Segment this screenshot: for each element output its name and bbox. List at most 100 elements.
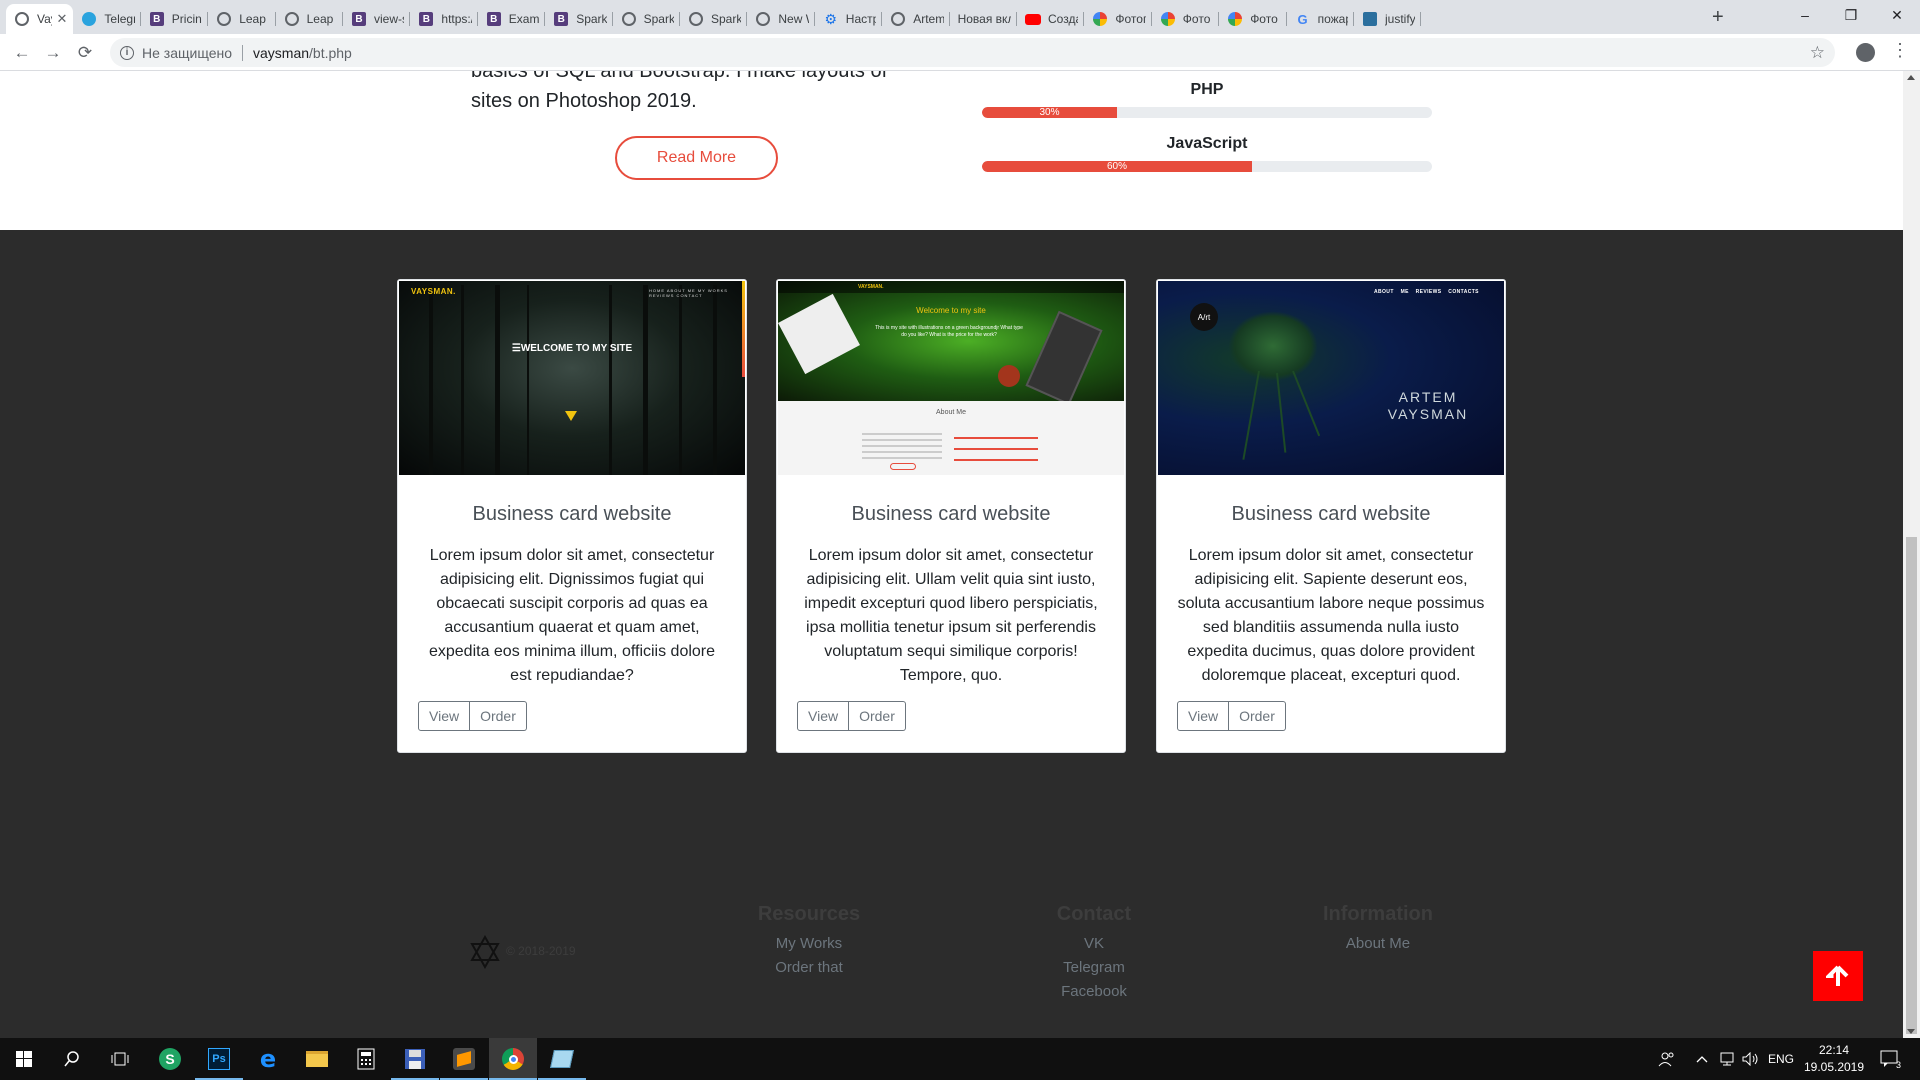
- footer-link-telegram[interactable]: Telegram: [1040, 956, 1148, 980]
- work-screenshot-forest[interactable]: VAYSMAN. HOME ABOUT ME MY WORKS REVIEWS …: [399, 281, 745, 475]
- browser-tab[interactable]: Spark -: [680, 4, 748, 34]
- browser-tab[interactable]: Telegra: [73, 4, 141, 34]
- reload-button[interactable]: ⟳: [72, 40, 98, 66]
- file-explorer-icon[interactable]: [293, 1038, 341, 1080]
- browser-tab[interactable]: Leap Bc: [208, 4, 276, 34]
- footer-link-my-works[interactable]: My Works: [748, 932, 870, 956]
- tab-title: Фото -: [1182, 12, 1213, 26]
- browser-tab[interactable]: B Spark -: [545, 4, 613, 34]
- footer-link-vk[interactable]: VK: [1040, 932, 1148, 956]
- footer-link-facebook[interactable]: Facebook: [1040, 980, 1148, 1004]
- notepad-icon[interactable]: [538, 1038, 586, 1080]
- windows-start-icon[interactable]: [0, 1038, 48, 1080]
- globe-icon: [688, 11, 704, 27]
- globe-icon: [14, 11, 30, 27]
- browser-menu-icon[interactable]: ⋮: [1891, 40, 1909, 61]
- footer-link-order-that[interactable]: Order that: [748, 956, 870, 980]
- sublime-text-icon[interactable]: [440, 1038, 488, 1080]
- browser-tab[interactable]: B Exampl: [478, 4, 546, 34]
- tab-title: Telegra: [104, 12, 134, 26]
- new-tab-button[interactable]: +: [1712, 4, 1724, 30]
- work-screenshot-jellyfish[interactable]: ABOUT ME REVIEWS CONTACTS A/rt ARTEM VAYS…: [1158, 281, 1504, 475]
- tab-title: Spark -: [576, 12, 607, 26]
- tab-title: Новая вкла: [957, 12, 1011, 26]
- edge-icon[interactable]: e: [244, 1038, 292, 1080]
- view-button[interactable]: View: [1177, 701, 1230, 731]
- network-icon[interactable]: [1718, 1038, 1736, 1080]
- view-button[interactable]: View: [797, 701, 850, 731]
- calculator-icon[interactable]: [342, 1038, 390, 1080]
- browser-tab[interactable]: Bview-so: [343, 4, 411, 34]
- footer-heading: Information: [1323, 903, 1433, 925]
- browser-tab[interactable]: ⚙ Настро: [815, 4, 883, 34]
- globe-icon: [890, 11, 906, 27]
- browser-tab[interactable]: Gпожар: [1287, 4, 1354, 34]
- info-icon[interactable]: i: [120, 45, 134, 60]
- close-tab-icon[interactable]: ✕: [56, 11, 67, 27]
- shot-body: This is my site with illustrations on a …: [875, 325, 1023, 338]
- work-screenshot-green[interactable]: VAYSMAN. Welcome to my site This is my s…: [778, 281, 1124, 475]
- gear-icon: ⚙: [824, 10, 838, 27]
- browser-tab[interactable]: Leap Bc: [276, 4, 343, 34]
- browser-tab[interactable]: Фото -: [1152, 4, 1220, 34]
- browser-tab[interactable]: New W: [747, 4, 815, 34]
- shot-about-heading: About Me: [936, 409, 966, 416]
- bootstrap-icon: B: [486, 11, 502, 27]
- browser-tab[interactable]: justify-: [1354, 4, 1422, 34]
- notifications-icon[interactable]: 3: [1880, 1038, 1901, 1080]
- browser-tab[interactable]: Vay ✕: [6, 4, 74, 34]
- globe-icon: [621, 11, 637, 27]
- scroll-to-top-button[interactable]: [1813, 951, 1863, 1001]
- photos-icon: [1160, 11, 1176, 27]
- browser-tab[interactable]: B Pricing: [141, 4, 209, 34]
- work-card: VAYSMAN. Welcome to my site This is my s…: [776, 279, 1126, 753]
- skype-icon[interactable]: S: [146, 1038, 194, 1080]
- footer-link-about-me[interactable]: About Me: [1318, 932, 1438, 956]
- clock-date: 19.05.2019: [1803, 1060, 1865, 1074]
- scroll-up-arrow-icon[interactable]: [1907, 75, 1915, 80]
- language-indicator[interactable]: ENG: [1768, 1038, 1794, 1080]
- minimize-button[interactable]: –: [1782, 0, 1828, 30]
- card-text: Lorem ipsum dolor sit amet, consectetur …: [428, 547, 716, 684]
- browser-tab[interactable]: Создан: [1017, 4, 1085, 34]
- order-button[interactable]: Order: [470, 701, 527, 731]
- tray-chevron-up-icon[interactable]: [1696, 1038, 1708, 1080]
- page-scrollbar[interactable]: [1903, 71, 1920, 1038]
- order-button[interactable]: Order: [1229, 701, 1286, 731]
- copyright-text: © 2018-2019: [506, 944, 576, 958]
- tab-title: Создан: [1048, 12, 1078, 26]
- security-label[interactable]: Не защищено: [142, 45, 232, 61]
- browser-tab[interactable]: Новая вкла: [950, 4, 1017, 34]
- browser-tab[interactable]: Bhttps://: [410, 4, 478, 34]
- url-path[interactable]: /bt.php: [309, 45, 352, 61]
- volume-icon[interactable]: [1742, 1038, 1760, 1080]
- maximize-button[interactable]: ❐: [1828, 0, 1874, 30]
- forward-button[interactable]: →: [40, 40, 66, 66]
- profile-avatar-icon[interactable]: [1856, 43, 1875, 62]
- task-view-icon[interactable]: [96, 1038, 144, 1080]
- scroll-down-arrow-icon[interactable]: [1907, 1029, 1915, 1034]
- browser-tab[interactable]: Spark -: [613, 4, 680, 34]
- browser-tab[interactable]: Artem: [882, 4, 950, 34]
- address-bar[interactable]: i Не защищено vaysman/bt.php ☆: [110, 38, 1835, 67]
- photoshop-icon[interactable]: Ps: [195, 1038, 243, 1080]
- read-more-button[interactable]: Read More: [615, 136, 778, 180]
- browser-tab[interactable]: Фотогр: [1084, 4, 1152, 34]
- view-button[interactable]: View: [418, 701, 471, 731]
- skill-label-php: PHP: [1190, 81, 1224, 98]
- close-window-button[interactable]: ✕: [1874, 0, 1920, 30]
- tab-title: https://: [441, 12, 471, 26]
- save-icon[interactable]: [391, 1038, 439, 1080]
- url-host[interactable]: vaysman: [253, 45, 309, 61]
- chrome-icon[interactable]: [489, 1038, 537, 1080]
- search-icon[interactable]: [48, 1038, 96, 1080]
- people-icon[interactable]: [1658, 1038, 1676, 1080]
- scrollbar-thumb[interactable]: [1906, 537, 1917, 1034]
- skill-bar-php: 30%: [982, 107, 1432, 118]
- shot-logo: VAYSMAN.: [858, 284, 884, 290]
- browser-tab[interactable]: Фото -: [1219, 4, 1287, 34]
- bookmark-star-icon[interactable]: ☆: [1810, 43, 1825, 63]
- back-button[interactable]: ←: [9, 40, 35, 66]
- system-clock[interactable]: 22:14 19.05.2019: [1793, 1042, 1875, 1076]
- order-button[interactable]: Order: [849, 701, 906, 731]
